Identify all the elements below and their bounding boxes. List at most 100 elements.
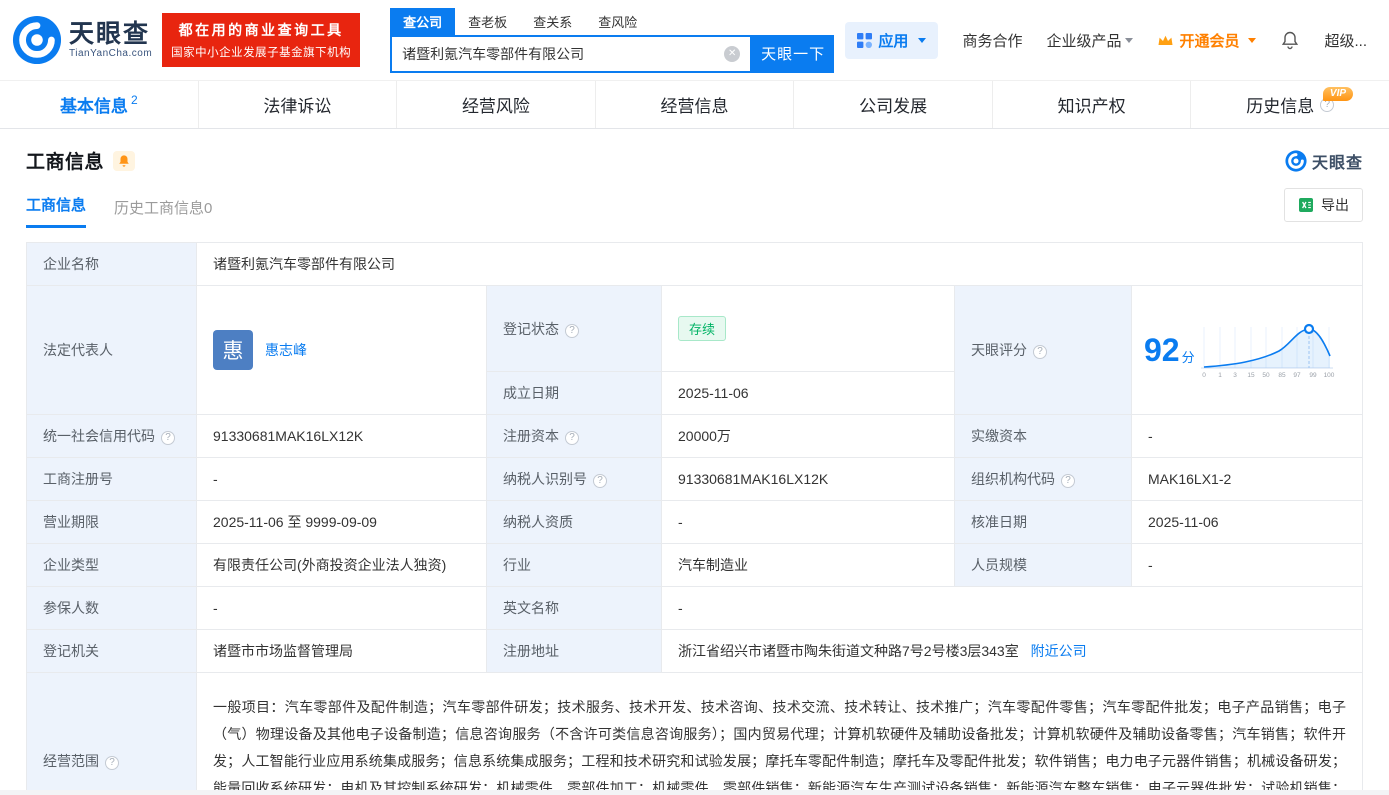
search-tab-company[interactable]: 查公司 [390,8,455,35]
help-icon[interactable] [161,431,175,445]
tab-basic-info-count: 2 [131,93,138,107]
value-reg-status: 存续 [662,286,955,372]
export-button[interactable]: 导出 [1284,188,1363,222]
value-legal-rep: 惠 惠志峰 [197,286,487,415]
label-approval-date: 核准日期 [955,501,1132,544]
top-header: 天眼查 TianYanCha.com 都在用的商业查询工具 国家中小企业发展子基… [0,0,1389,80]
search-tabs: 查公司 查老板 查关系 查风险 [390,8,834,35]
tab-operating-risk[interactable]: 经营风险 [397,81,596,128]
tab-basic-info[interactable]: 基本信息2 [0,81,199,128]
vip-badge: VIP [1323,87,1353,101]
help-icon[interactable] [105,756,119,770]
label-reg-capital: 注册资本 [487,415,662,458]
search-input-value: 诸暨利氪汽车零部件有限公司 [402,44,584,64]
value-company-type: 有限责任公司(外商投资企业法人独资) [197,544,487,587]
tab-basic-info-label: 基本信息 [60,92,128,117]
promo-line2: 国家中小企业发展子基金旗下机构 [171,44,351,60]
value-uscc: 91330681MAK16LX12K [197,415,487,458]
label-legal-rep: 法定代表人 [27,286,197,415]
help-icon[interactable] [593,474,607,488]
menu-business-cooperation[interactable]: 商务合作 [962,30,1022,51]
label-taxpayer-quality: 纳税人资质 [487,501,662,544]
section-title: 工商信息 [26,147,104,174]
chevron-down-icon [1125,38,1133,43]
value-reg-number: - [197,458,487,501]
export-button-label: 导出 [1321,195,1349,215]
search-input[interactable]: 诸暨利氪汽车零部件有限公司 [390,35,752,73]
legal-rep-avatar[interactable]: 惠 [213,330,253,370]
label-reg-number: 工商注册号 [27,458,197,501]
search-tab-relation[interactable]: 查关系 [520,8,585,35]
svg-text:97: 97 [1293,372,1301,379]
clear-icon[interactable] [724,46,740,62]
crown-icon [1157,34,1174,47]
search-tab-risk[interactable]: 查风险 [585,8,650,35]
label-paid-capital: 实缴资本 [955,415,1132,458]
tab-business-info[interactable]: 经营信息 [596,81,795,128]
value-company-name: 诸暨利氪汽车零部件有限公司 [197,243,1363,286]
svg-text:15: 15 [1247,372,1255,379]
apps-menu-button[interactable]: 应用 [845,22,938,59]
subtab-business-registration[interactable]: 工商信息 [26,194,86,228]
label-uscc: 统一社会信用代码 [27,415,197,458]
status-badge: 存续 [678,316,726,341]
notifications-bell-icon[interactable] [1280,30,1300,50]
svg-text:0: 0 [1202,372,1206,379]
section-header: 工商信息 天眼查 [26,147,1363,174]
tab-intellectual-property[interactable]: 知识产权 [993,81,1192,128]
search-button[interactable]: 天眼一下 [752,35,834,73]
menu-vip-label: 开通会员 [1179,30,1239,51]
svg-text:99: 99 [1309,372,1317,379]
value-industry: 汽车制造业 [662,544,955,587]
search-tab-boss[interactable]: 查老板 [455,8,520,35]
tab-company-development[interactable]: 公司发展 [794,81,993,128]
help-icon[interactable] [1061,474,1075,488]
label-staff-size: 人员规模 [955,544,1132,587]
logo-title: 天眼查 [69,21,152,47]
value-paid-capital: - [1132,415,1363,458]
promo-banner: 都在用的商业查询工具 国家中小企业发展子基金旗下机构 [162,13,360,67]
logo-subtitle: TianYanCha.com [69,48,152,59]
bottom-strip [0,790,1389,795]
promo-line1: 都在用的商业查询工具 [171,20,351,40]
tab-history-info[interactable]: 历史信息 VIP [1191,81,1389,128]
company-nav-tabs: 基本信息2 法律诉讼 经营风险 经营信息 公司发展 知识产权 历史信息 VIP [0,80,1389,129]
score-curve-chart: 0 1 3 15 50 85 97 99 100 [1199,319,1337,381]
help-icon[interactable] [565,431,579,445]
menu-open-vip[interactable]: 开通会员 [1157,30,1256,51]
apps-grid-icon [857,33,872,48]
subtabs-row: 工商信息 历史工商信息0 导出 [26,190,1363,228]
chevron-down-icon [918,38,926,43]
value-reg-authority: 诸暨市市场监督管理局 [197,630,487,673]
label-business-term: 营业期限 [27,501,197,544]
help-icon[interactable] [565,324,579,338]
value-staff-size: - [1132,544,1363,587]
search-area: 查公司 查老板 查关系 查风险 诸暨利氪汽车零部件有限公司 天眼一下 [390,8,834,73]
excel-icon [1298,197,1314,213]
tab-legal-proceedings[interactable]: 法律诉讼 [199,81,398,128]
label-taxpayer-id: 纳税人识别号 [487,458,662,501]
business-info-table: 企业名称 诸暨利氪汽车零部件有限公司 法定代表人 惠 惠志峰 登记状态 存续 天… [26,242,1363,795]
value-approval-date: 2025-11-06 [1132,501,1363,544]
subtab-history-registration[interactable]: 历史工商信息0 [114,197,212,228]
monitor-bell-icon[interactable] [113,151,135,171]
apps-menu-label: 应用 [878,30,908,51]
menu-enterprise-products[interactable]: 企业级产品 [1046,30,1133,51]
help-icon[interactable] [1033,345,1047,359]
label-company-name: 企业名称 [27,243,197,286]
watermark-text: 天眼查 [1312,149,1363,173]
tianyancha-logo-icon [12,15,62,65]
menu-super-vip[interactable]: 超级... [1324,30,1367,51]
tianyancha-logo[interactable]: 天眼查 TianYanCha.com [12,15,152,65]
legal-rep-name-link[interactable]: 惠志峰 [265,340,307,360]
svg-text:50: 50 [1262,372,1270,379]
menu-enterprise-label: 企业级产品 [1046,30,1121,51]
header-menu: 应用 商务合作 企业级产品 开通会员 超级... [845,22,1367,59]
tianyancha-watermark: 天眼查 [1285,149,1363,173]
nearby-companies-link[interactable]: 附近公司 [1031,643,1087,659]
value-insured-count: - [197,587,487,630]
svg-text:3: 3 [1233,372,1237,379]
value-org-code: MAK16LX1-2 [1132,458,1363,501]
label-industry: 行业 [487,544,662,587]
label-reg-authority: 登记机关 [27,630,197,673]
